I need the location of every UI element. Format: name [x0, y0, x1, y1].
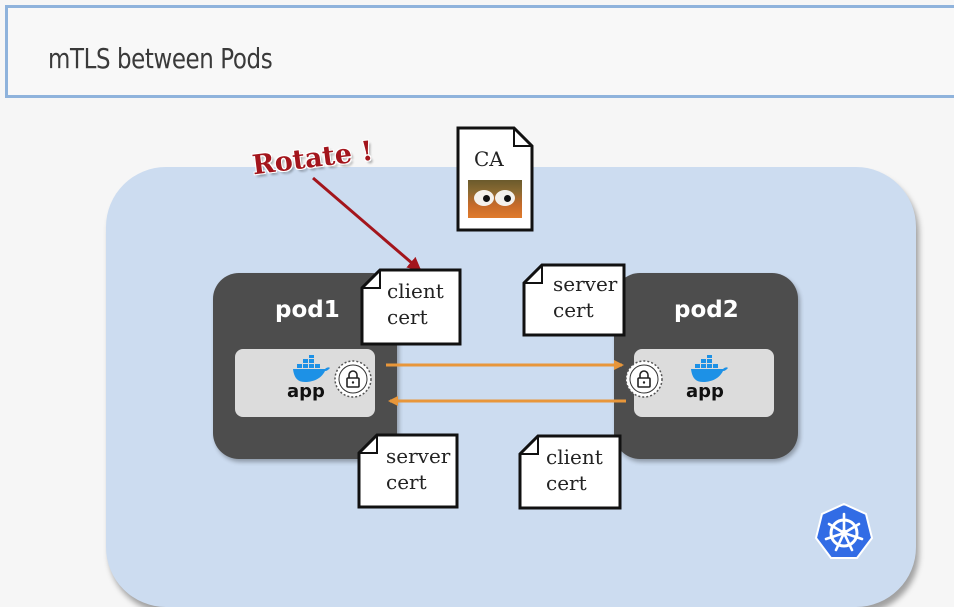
- pod1-client-cert: client cert: [360, 268, 462, 346]
- ca-document: CA: [456, 126, 534, 232]
- pod1-server-cert: server cert: [357, 433, 459, 509]
- cert-line2: cert: [553, 298, 594, 322]
- cert-line2: cert: [387, 305, 428, 329]
- pod2-client-cert: client cert: [518, 434, 622, 510]
- cert-line1: server: [386, 444, 451, 468]
- cert-line1: client: [387, 279, 444, 303]
- kubernetes-icon: [814, 502, 874, 559]
- pod2-server-cert: server cert: [522, 263, 626, 337]
- cert-line2: cert: [386, 470, 427, 494]
- connection-arrows: [312, 176, 626, 406]
- ca-label: CA: [474, 147, 504, 171]
- ca-picture: [468, 180, 522, 218]
- rotate-arrow: [312, 176, 422, 272]
- cert-line2: cert: [546, 471, 587, 495]
- cert-line1: client: [546, 445, 603, 469]
- cert-line1: server: [553, 272, 618, 296]
